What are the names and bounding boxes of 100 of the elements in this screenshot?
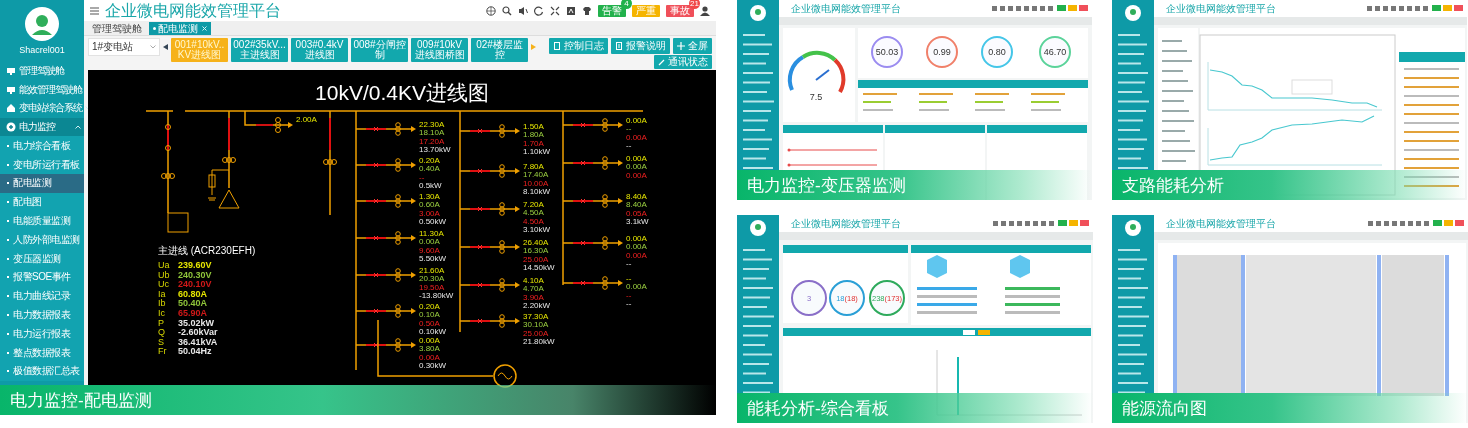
feeder-branch <box>459 314 520 328</box>
menu-item[interactable]: 变电所运行看板 <box>0 155 84 174</box>
hexagon-icon <box>1010 255 1030 278</box>
menu-label: 能效管理驾驶舱 <box>19 84 82 95</box>
reading-text: -- <box>626 298 632 308</box>
tab[interactable]: 管理驾驶舱 <box>88 22 146 35</box>
menu-icon <box>6 122 16 133</box>
menu-item[interactable]: 人防外部电监测 <box>0 230 84 250</box>
gauge-value: 46.70 <box>1043 47 1067 57</box>
diagram-button[interactable]: 001#10kV..KV进线图 <box>171 38 228 62</box>
right-arrow-icon <box>531 44 536 50</box>
feeder-branch <box>355 158 416 172</box>
reading-text: 1.80A <box>523 130 544 140</box>
menu-item[interactable]: 整点数据报表 <box>0 343 84 362</box>
reading-text: 4.50A <box>523 208 544 218</box>
reading-label: Q <box>158 327 165 338</box>
reading-label: Uc <box>158 279 169 290</box>
reading-text: 60.80A <box>178 288 208 299</box>
diagram-button[interactable]: 009#10kV进线图桥图 <box>411 38 468 62</box>
reading-text: 3.10kW <box>523 224 551 234</box>
alarm-badge[interactable]: 告警 <box>598 4 626 17</box>
toolbar-button[interactable]: 全屏 <box>673 38 712 54</box>
reading-text: 5.50kW <box>419 253 447 263</box>
reading-text: 3.00A <box>419 208 440 218</box>
table-header <box>1399 52 1465 62</box>
close-icon <box>202 26 207 31</box>
app-title: 企业微电网能效管理平台 <box>791 218 901 229</box>
toolbar-button[interactable]: 报警说明 <box>611 38 670 54</box>
reading-text: -- <box>626 140 632 150</box>
user-name: Shacrel001 <box>18 46 66 55</box>
meter-title: 主进线 (ACR230EFH) <box>158 245 256 256</box>
status-button[interactable]: 通讯状态 <box>654 55 712 69</box>
diagram-button[interactable]: 02#楼层监控 <box>471 38 528 62</box>
reading-text: 1.50A <box>523 122 544 131</box>
menu-group[interactable]: 电力监控 <box>0 117 84 137</box>
gauge-value: 7.5 <box>809 92 823 102</box>
caption-text: 支路能耗分析 <box>1122 176 1224 194</box>
reading-text: 0.00A <box>419 237 440 247</box>
reading-label: Ib <box>158 298 166 309</box>
chevron-icon <box>150 45 156 49</box>
reading-label: Ic <box>158 308 165 318</box>
hexagon-icon <box>927 255 947 278</box>
gauge-value: 0.80 <box>988 47 1006 57</box>
reading-text: 50.04Hz <box>178 346 212 357</box>
reading-label: Fr <box>158 346 167 357</box>
menu-group[interactable]: 变电站综合系统 <box>0 99 84 118</box>
user-icon <box>700 5 710 16</box>
reading-text: 16.30A <box>523 246 549 256</box>
reading-text: 0.20A <box>419 156 440 165</box>
speaker-icon <box>518 5 528 16</box>
refresh-icon <box>534 5 544 16</box>
feeder-branch <box>355 304 416 318</box>
toolbar-icons-drawing <box>993 221 1054 226</box>
alarm-badges-drawing <box>1058 220 1089 226</box>
menu-item[interactable]: 电力运行报表 <box>0 324 84 344</box>
gauge-value: 50.03 <box>875 47 899 57</box>
reading-text: 11.30A <box>419 229 444 238</box>
menu-group[interactable]: 管理驾驶舱 <box>0 62 84 81</box>
station-dropdown[interactable]: 1#变电站 <box>88 38 160 56</box>
reading-text: -13.80kW <box>419 290 454 300</box>
diagram-button[interactable]: 002#35kV...主进线图 <box>231 38 288 62</box>
reading-text: 0.00A <box>626 282 647 292</box>
menu-item[interactable]: 电力综合看板 <box>0 136 84 156</box>
feeder-branch <box>562 118 623 132</box>
reading-text: 0.00A <box>626 116 647 125</box>
menu-item[interactable]: 变压器监测 <box>0 249 84 268</box>
menu-icon <box>6 84 16 95</box>
chevron-icon <box>75 125 81 130</box>
alarm-badge[interactable]: 严重 <box>632 4 660 17</box>
reading-text: 0.10kW <box>419 326 447 336</box>
reading-text: 240.10V <box>178 279 212 290</box>
reading-text: 30.10A <box>523 320 549 330</box>
reading-text: 65.90A <box>178 308 208 318</box>
reading-text: 0.00A <box>419 336 440 345</box>
menu-group[interactable]: 能效管理驾驶舱 <box>0 80 84 100</box>
chart-tooltip <box>1291 79 1333 95</box>
reading-label: Ia <box>158 288 166 299</box>
reading-text: 8.10kW <box>523 186 551 196</box>
reading-text: 240.30V <box>178 269 212 280</box>
caption-text: 电力监控-配电监测 <box>10 391 152 409</box>
reading-label: Ub <box>158 269 170 280</box>
menu-label: 管理驾驶舱 <box>19 66 64 77</box>
feeder-branch <box>459 240 520 254</box>
toolbar-button[interactable]: 控制日志 <box>549 38 608 54</box>
diagram-button[interactable]: 008#分闸控制 <box>351 38 408 62</box>
reading-text: 2.20kW <box>523 300 551 310</box>
reading-text: 3.1kW <box>626 216 649 226</box>
count-badge: 4 <box>621 0 632 9</box>
reading-text: 50.40A <box>178 298 208 309</box>
diagram-button[interactable]: 003#0.4kV进线图 <box>291 38 348 62</box>
feeder-branch <box>355 268 416 282</box>
caption-text: 能耗分析-综合看板 <box>747 399 889 417</box>
feeder-branch <box>459 202 520 216</box>
reading-text: 0.50A <box>419 318 440 328</box>
reading-text: 7.20A <box>523 200 544 209</box>
avatar-icon <box>25 7 59 41</box>
reading-text: 0.00A <box>626 154 647 163</box>
feeder-branch <box>459 124 520 138</box>
reading-text: 0.00A <box>419 352 440 362</box>
tab[interactable]: 配电监测 <box>149 22 211 35</box>
